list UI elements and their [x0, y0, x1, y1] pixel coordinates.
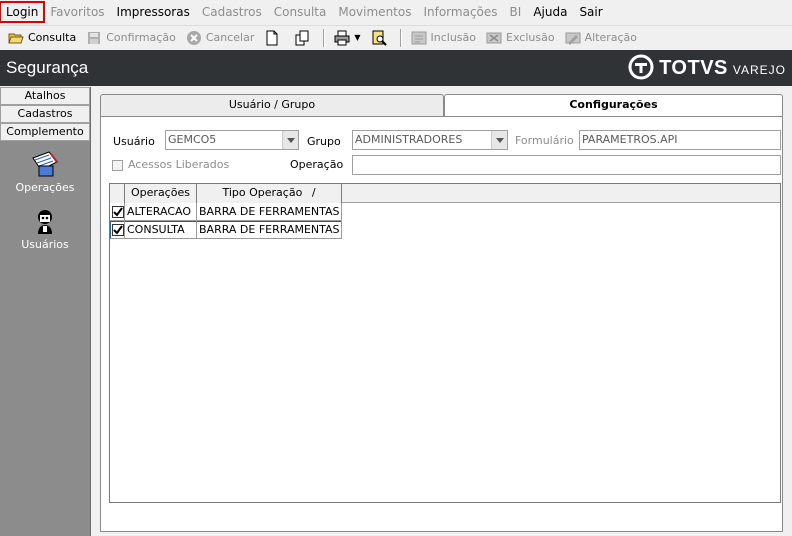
save-icon: [86, 30, 102, 46]
checkbox-checked-icon[interactable]: [112, 224, 124, 236]
sidebar-tab-complemento[interactable]: Complemento: [0, 123, 90, 141]
sidebar: Atalhos Cadastros Complemento Operações …: [0, 87, 91, 536]
row-checkbox-cell[interactable]: [110, 203, 125, 221]
grupo-label: Grupo: [307, 135, 341, 148]
edit-icon: [565, 30, 581, 46]
totvs-logo-icon: [628, 54, 654, 83]
new-document-icon: [264, 30, 280, 46]
formulario-field[interactable]: PARAMETROS.API: [579, 130, 781, 150]
sidebar-tab-cadastros[interactable]: Cadastros: [0, 105, 90, 123]
menu-consulta[interactable]: Consulta: [268, 2, 333, 22]
alteracao-button[interactable]: Alteração: [560, 28, 642, 48]
menu-login[interactable]: Login: [0, 1, 46, 23]
grupo-combo[interactable]: ADMINISTRADORES: [352, 130, 508, 150]
menu-cadastros[interactable]: Cadastros: [196, 2, 268, 22]
copy-document-button[interactable]: [289, 28, 319, 48]
brand-name: TOTVS: [659, 56, 728, 79]
menu-movimentos[interactable]: Movimentos: [332, 2, 417, 22]
table-row[interactable]: CONSULTA BARRA DE FERRAMENTAS: [110, 221, 342, 239]
grid-header-operacoes[interactable]: Operações: [125, 184, 197, 203]
delete-icon: [486, 30, 502, 46]
table-row[interactable]: ALTERACAO BARRA DE FERRAMENTAS: [110, 203, 342, 221]
new-document-button[interactable]: [259, 28, 289, 48]
page-title: Segurança: [6, 58, 89, 77]
sidebar-items: Operações Usuários: [0, 141, 90, 263]
row-checkbox-cell[interactable]: [110, 221, 125, 239]
chevron-down-icon[interactable]: [491, 131, 507, 149]
open-folder-icon: [8, 30, 24, 46]
grid-header-check: [110, 184, 125, 203]
formulario-label: Formulário: [515, 134, 574, 147]
cell-operacao: ALTERACAO: [125, 203, 197, 221]
tab-configuracoes[interactable]: Configurações: [444, 94, 783, 117]
acessos-liberados-checkbox[interactable]: [112, 160, 123, 171]
brand-subtitle: VAREJO: [732, 63, 786, 77]
usuario-combo[interactable]: GEMCO5: [165, 130, 299, 150]
print-preview-icon: [371, 30, 387, 46]
acessos-liberados-label: Acessos Liberados: [128, 158, 230, 171]
brand-logo: TOTVS VAREJO: [628, 54, 786, 83]
tab-usuario-grupo[interactable]: Usuário / Grupo: [100, 94, 444, 116]
cell-tipo-operacao: BARRA DE FERRAMENTAS: [197, 203, 342, 221]
operacao-label: Operação: [290, 158, 344, 171]
chevron-down-icon[interactable]: [282, 131, 298, 149]
sidebar-tab-atalhos[interactable]: Atalhos: [0, 87, 90, 105]
main-area: Usuário / Grupo Configurações Usuário GE…: [92, 87, 792, 536]
operacao-field[interactable]: [352, 155, 781, 175]
operations-icon: [27, 149, 63, 181]
menu-sair[interactable]: Sair: [573, 2, 608, 22]
tab-strip: Usuário / Grupo Configurações: [100, 94, 783, 117]
exclusao-button[interactable]: Exclusão: [481, 28, 560, 48]
grid-header-tipo-operacao[interactable]: Tipo Operação /: [197, 184, 342, 203]
cell-operacao: CONSULTA: [125, 221, 197, 239]
insert-icon: [411, 30, 427, 46]
inclusao-button[interactable]: Inclusão: [406, 28, 482, 48]
toolbar-separator: [399, 28, 402, 47]
menu-ajuda[interactable]: Ajuda: [527, 2, 573, 22]
print-button[interactable]: ▼: [329, 28, 365, 48]
configuracoes-panel: Usuário GEMCO5 Grupo ADMINISTRADORES For…: [100, 116, 783, 532]
menu-bar: Login Favoritos Impressoras Cadastros Co…: [0, 0, 792, 24]
cell-tipo-operacao: BARRA DE FERRAMENTAS: [197, 221, 342, 239]
grid-header: Operações Tipo Operação /: [110, 184, 780, 203]
chevron-down-icon: ▼: [354, 33, 361, 42]
copy-document-icon: [294, 30, 310, 46]
usuario-label: Usuário: [113, 135, 155, 148]
menu-impressoras[interactable]: Impressoras: [111, 2, 196, 22]
users-icon: [27, 206, 63, 238]
menu-favoritos[interactable]: Favoritos: [44, 2, 110, 22]
cancel-icon: [186, 30, 202, 46]
toolbar: Consulta Confirmação Cancelar ▼ Inclusão…: [0, 25, 792, 49]
printer-icon: [334, 30, 350, 46]
confirmacao-button[interactable]: Confirmação: [81, 28, 181, 48]
menu-informacoes[interactable]: Informações: [417, 2, 503, 22]
sort-indicator: /: [311, 186, 316, 199]
checkbox-checked-icon[interactable]: [112, 206, 124, 218]
operations-grid[interactable]: Operações Tipo Operação / ALTERACAO BARR…: [109, 183, 781, 503]
print-preview-button[interactable]: [366, 28, 396, 48]
consulta-button[interactable]: Consulta: [3, 28, 81, 48]
header-bar: Segurança TOTVS VAREJO: [0, 50, 792, 86]
sidebar-item-operacoes[interactable]: Operações: [16, 149, 74, 194]
toolbar-separator: [323, 28, 326, 47]
sidebar-item-usuarios[interactable]: Usuários: [21, 206, 69, 251]
cancelar-button[interactable]: Cancelar: [181, 28, 260, 48]
menu-bi[interactable]: BI: [504, 2, 528, 22]
